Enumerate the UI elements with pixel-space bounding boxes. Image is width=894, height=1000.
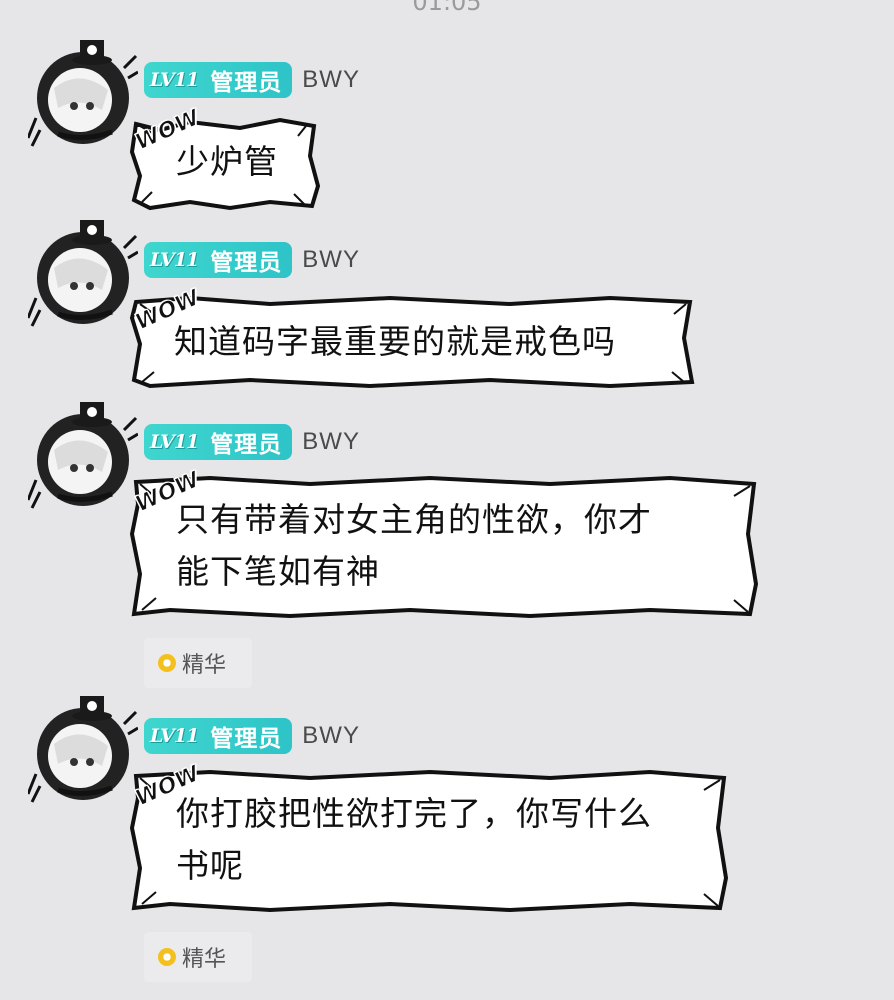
level-badge: LV11 管理员 — [144, 62, 293, 98]
username[interactable]: BWY — [302, 66, 360, 94]
message-text: 你打胶把性欲打完了，你写什么 书呢 — [176, 788, 652, 892]
avatar[interactable] — [28, 694, 138, 804]
message-bubble[interactable]: 知道码字最重要的就是戒色吗 — [129, 294, 696, 390]
avatar[interactable] — [28, 400, 138, 510]
username[interactable]: BWY — [302, 246, 360, 274]
username[interactable]: BWY — [302, 722, 360, 750]
avatar-image — [28, 696, 138, 803]
username[interactable]: BWY — [302, 428, 360, 456]
message-line: 知道码字最重要的就是戒色吗 — [174, 322, 616, 361]
role-label: 管理员 — [210, 70, 283, 96]
avatar-image — [28, 220, 138, 327]
role-label: 管理员 — [210, 432, 283, 458]
message-bubble[interactable]: 你打胶把性欲打完了，你写什么 书呢 — [129, 768, 730, 914]
role-label: 管理员 — [210, 726, 283, 752]
message-line: 书呢 — [176, 846, 244, 885]
message-line: 少炉管 — [176, 142, 278, 181]
message-line: 你打胶把性欲打完了，你写什么 — [176, 794, 652, 833]
message-bubble[interactable]: 只有带着对女主角的性欲，你才 能下笔如有神 — [129, 474, 760, 620]
role-label: 管理员 — [210, 250, 283, 276]
level-label: LV11 — [150, 431, 199, 453]
timestamp: 01:05 — [412, 0, 482, 16]
level-badge: LV11 管理员 — [144, 718, 293, 754]
message-meta: LV11 管理员 BWY — [144, 422, 360, 462]
level-label: LV11 — [150, 249, 199, 271]
avatar-image — [28, 402, 138, 509]
level-badge: LV11 管理员 — [144, 424, 293, 460]
avatar[interactable] — [28, 218, 138, 328]
message-text: 少炉管 — [176, 136, 278, 188]
message-meta: LV11 管理员 BWY — [144, 240, 360, 280]
level-label: LV11 — [150, 69, 199, 91]
level-badge: LV11 管理员 — [144, 242, 293, 278]
message-meta: LV11 管理员 BWY — [144, 60, 360, 100]
essence-label: 精华 — [182, 947, 227, 972]
message-text: 知道码字最重要的就是戒色吗 — [174, 316, 616, 368]
message-text: 只有带着对女主角的性欲，你才 能下笔如有神 — [176, 494, 652, 598]
avatar-image — [28, 40, 138, 147]
message-meta: LV11 管理员 BWY — [144, 716, 360, 756]
level-label: LV11 — [150, 725, 199, 747]
message-line: 只有带着对女主角的性欲，你才 — [176, 500, 652, 539]
essence-label: 精华 — [182, 653, 227, 678]
essence-coin-icon — [158, 948, 176, 966]
avatar[interactable] — [28, 38, 138, 148]
essence-tag[interactable]: 精华 — [144, 932, 252, 982]
message-line: 能下笔如有神 — [176, 552, 380, 591]
essence-tag[interactable]: 精华 — [144, 638, 252, 688]
essence-coin-icon — [158, 654, 176, 672]
